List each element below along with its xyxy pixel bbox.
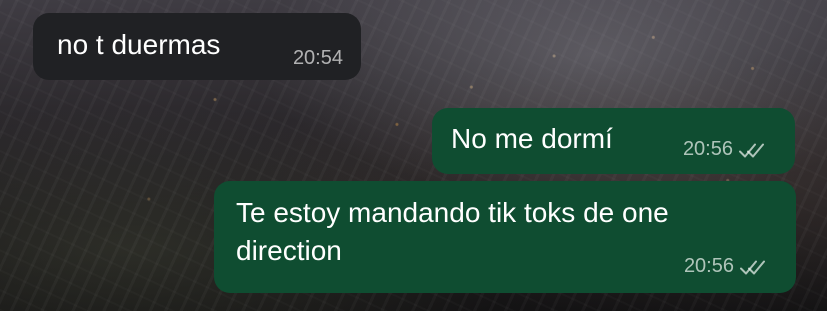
message-text: No me dormí [451, 123, 613, 154]
message-time: 20:56 [682, 138, 733, 160]
message-meta: 20:54 [293, 47, 343, 70]
message-bubble-outgoing[interactable]: Te estoy mandando tik toks de one direct… [214, 181, 796, 293]
message-meta: 20:56 [683, 138, 771, 161]
message-bubble-outgoing[interactable]: No me dormí 20:56 [432, 108, 795, 174]
message-time: 20:56 [683, 255, 734, 277]
message-text-line-1: Te estoy mandando tik toks de one [236, 197, 669, 228]
double-check-icon [740, 260, 765, 274]
message-bubble-incoming[interactable]: no t duermas 20:54 [33, 13, 361, 80]
message-meta: 20:56 [684, 255, 772, 278]
message-time: 20:54 [292, 47, 343, 69]
message-text: no t duermas [57, 29, 221, 60]
message-text-line-2: direction [236, 235, 342, 266]
double-check-icon [739, 143, 764, 157]
